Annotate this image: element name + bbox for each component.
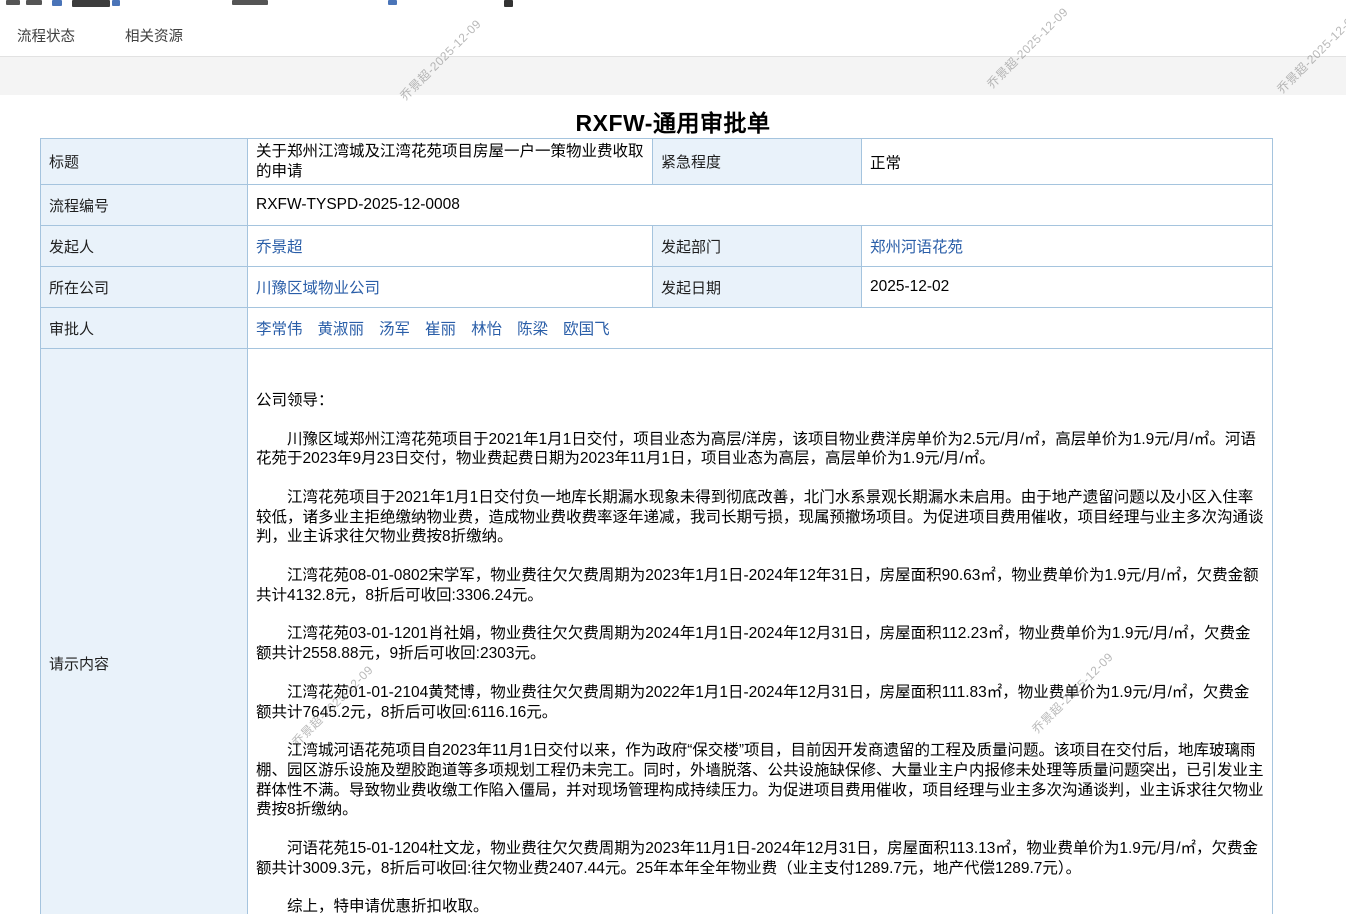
field-label-content: 请示内容: [41, 349, 248, 914]
content-paragraph: 江湾花苑01-01-2104黄梵博，物业费往欠欠费周期为2022年1月1日-20…: [256, 683, 1264, 722]
clipped-tab-fragment: [72, 0, 110, 7]
tab-bar: 流程状态 相关资源: [0, 14, 1346, 57]
row-flow-no: 流程编号 RXFW-TYSPD-2025-12-0008: [41, 185, 1273, 226]
clipped-tab-fragment: [52, 0, 62, 6]
clipped-tab-fragment: [388, 0, 397, 5]
content-paragraph: 公司领导：: [256, 391, 1264, 411]
approval-page: { "watermark": { "text": "乔景超-2025-12-09…: [0, 0, 1346, 914]
field-label-initiator: 发起人: [41, 226, 248, 267]
tab-process-status[interactable]: 流程状态: [17, 25, 75, 46]
row-company: 所在公司 川豫区域物业公司 发起日期 2025-12-02: [41, 267, 1273, 308]
approver-link[interactable]: 林怡: [471, 321, 502, 338]
approver-link[interactable]: 汤军: [379, 321, 410, 338]
dept-link[interactable]: 郑州河语花苑: [870, 239, 963, 256]
row-approvers: 审批人 李常伟黄淑丽汤军崔丽林怡陈梁欧国飞: [41, 308, 1273, 349]
field-label-company: 所在公司: [41, 267, 248, 308]
clipped-tab-fragment: [112, 0, 120, 6]
field-label-approvers: 审批人: [41, 308, 248, 349]
content-paragraph: 江湾花苑03-01-1201肖社娟，物业费往欠欠费周期为2024年1月1日-20…: [256, 624, 1264, 663]
clipped-tab-fragment: [26, 0, 42, 5]
field-value-dept: 郑州河语花苑: [862, 226, 1273, 267]
approver-link[interactable]: 崔丽: [425, 321, 456, 338]
content-paragraph: 川豫区域郑州江湾花苑项目于2021年1月1日交付，项目业态为高层/洋房，该项目物…: [256, 430, 1264, 469]
clipped-tab-fragment: [6, 0, 20, 5]
field-label-flow-no: 流程编号: [41, 185, 248, 226]
approver-link[interactable]: 欧国飞: [563, 321, 610, 338]
content-paragraph: 综上，特申请优惠折扣收取。: [256, 897, 1264, 914]
row-title: 标题 关于郑州江湾城及江湾花苑项目房屋一户一策物业费收取的申请 紧急程度 正常: [41, 139, 1273, 185]
field-value-content: 公司领导： 川豫区域郑州江湾花苑项目于2021年1月1日交付，项目业态为高层/洋房…: [248, 349, 1273, 914]
content-paragraph: 江湾城河语花苑项目自2023年11月1日交付以来，作为政府“保交楼”项目，目前因…: [256, 741, 1264, 820]
approver-link[interactable]: 李常伟: [256, 321, 303, 338]
field-value-company: 川豫区域物业公司: [248, 267, 653, 308]
content-paragraph: 江湾花苑项目于2021年1月1日交付负一地库长期漏水现象未得到彻底改善，北门水系…: [256, 488, 1264, 547]
field-label-urgency: 紧急程度: [653, 139, 862, 185]
field-value-urgency: 正常: [862, 139, 1273, 185]
clipped-tab-fragment: [504, 0, 513, 7]
content-paragraph: 河语花苑15-01-1204杜文龙，物业费往欠欠费周期为2023年11月1日-2…: [256, 839, 1264, 878]
content-paragraph: 江湾花苑08-01-0802宋学军，物业费往欠欠费周期为2023年1月1日-20…: [256, 566, 1264, 605]
field-label-title: 标题: [41, 139, 248, 185]
row-initiator: 发起人 乔景超 发起部门 郑州河语花苑: [41, 226, 1273, 267]
field-value-start-date: 2025-12-02: [862, 267, 1273, 308]
form-title: RXFW-通用审批单: [0, 95, 1346, 138]
field-value-approvers: 李常伟黄淑丽汤军崔丽林怡陈梁欧国飞: [248, 308, 1273, 349]
field-value-initiator: 乔景超: [248, 226, 653, 267]
field-label-start-date: 发起日期: [653, 267, 862, 308]
field-value-title: 关于郑州江湾城及江湾花苑项目房屋一户一策物业费收取的申请: [248, 139, 653, 185]
approval-form-table: 标题 关于郑州江湾城及江湾花苑项目房屋一户一策物业费收取的申请 紧急程度 正常 …: [40, 138, 1273, 914]
tab-related-resources[interactable]: 相关资源: [125, 25, 183, 46]
company-link[interactable]: 川豫区域物业公司: [256, 280, 380, 297]
header-band: [0, 57, 1346, 95]
field-value-flow-no: RXFW-TYSPD-2025-12-0008: [248, 185, 1273, 226]
clipped-tab-row: [0, 0, 1346, 14]
initiator-link[interactable]: 乔景超: [256, 239, 303, 256]
approver-link[interactable]: 陈梁: [517, 321, 548, 338]
clipped-tab-fragment: [232, 0, 268, 5]
approver-link[interactable]: 黄淑丽: [318, 321, 365, 338]
row-content: 请示内容 公司领导： 川豫区域郑州江湾花苑项目于2021年1月1日交付，项目业态为…: [41, 349, 1273, 914]
field-label-dept: 发起部门: [653, 226, 862, 267]
